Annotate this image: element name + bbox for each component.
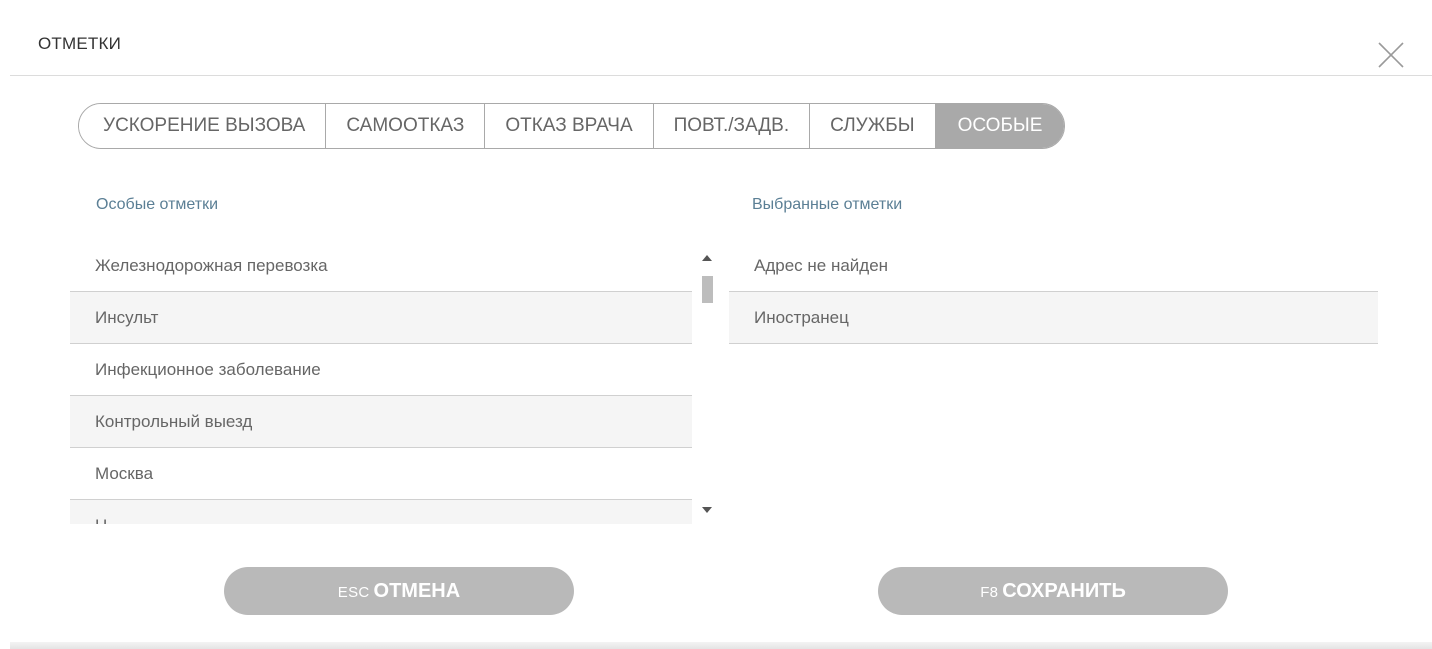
tab-doctor-refusal[interactable]: ОТКАЗ ВРАЧА [485, 104, 654, 148]
selected-marks-label: Выбранные отметки [752, 196, 903, 213]
list-item[interactable]: Адрес не найден [729, 240, 1378, 292]
tab-call-acceleration[interactable]: УСКОРЕНИЕ ВЫЗОВА [79, 104, 327, 148]
tab-special[interactable]: ОСОБЫЕ [935, 104, 1065, 148]
tab-repeat-delay[interactable]: ПОВТ./ЗАДВ. [653, 104, 811, 148]
marks-dialog: ОТМЕТКИ УСКОРЕНИЕ ВЫЗОВА САМООТКАЗ ОТКАЗ… [10, 0, 1432, 649]
save-shortcut-key: F8 [980, 584, 999, 601]
save-button-label: СОХРАНИТЬ [1002, 580, 1126, 602]
scrollbar-thumb[interactable] [702, 276, 713, 303]
dialog-bottom-edge [10, 642, 1432, 649]
selected-marks-list: Адрес не найден Иностранец [729, 240, 1378, 344]
scroll-down-icon[interactable] [698, 502, 716, 518]
tab-services[interactable]: СЛУЖБЫ [810, 104, 936, 148]
list-item[interactable]: Контрольный выезд [70, 396, 692, 448]
cancel-shortcut-key: ESC [337, 584, 370, 601]
list-item[interactable]: Железнодорожная перевозка [70, 240, 692, 292]
list-item[interactable]: Н [70, 500, 692, 524]
scrollbar-track[interactable] [702, 268, 713, 498]
cancel-button[interactable]: ESC ОТМЕНА [224, 567, 574, 615]
list-item[interactable]: Москва [70, 448, 692, 500]
tab-self-refusal[interactable]: САМООТКАЗ [326, 104, 486, 148]
available-marks-label: Особые отметки [96, 196, 219, 213]
close-icon[interactable] [1376, 40, 1406, 70]
available-marks-list: Железнодорожная перевозка Инсульт Инфекц… [70, 240, 692, 524]
scroll-up-icon[interactable] [698, 250, 716, 266]
list-item[interactable]: Инфекционное заболевание [70, 344, 692, 396]
dialog-title: ОТМЕТКИ [38, 34, 122, 53]
list-item[interactable]: Иностранец [729, 292, 1378, 344]
dialog-header: ОТМЕТКИ [10, 0, 1432, 76]
cancel-button-label: ОТМЕНА [373, 580, 461, 602]
list-scrollbar[interactable] [698, 240, 716, 524]
list-item[interactable]: Инсульт [70, 292, 692, 344]
tab-bar: УСКОРЕНИЕ ВЫЗОВА САМООТКАЗ ОТКАЗ ВРАЧА П… [78, 103, 1066, 149]
save-button[interactable]: F8 СОХРАНИТЬ [878, 567, 1228, 615]
